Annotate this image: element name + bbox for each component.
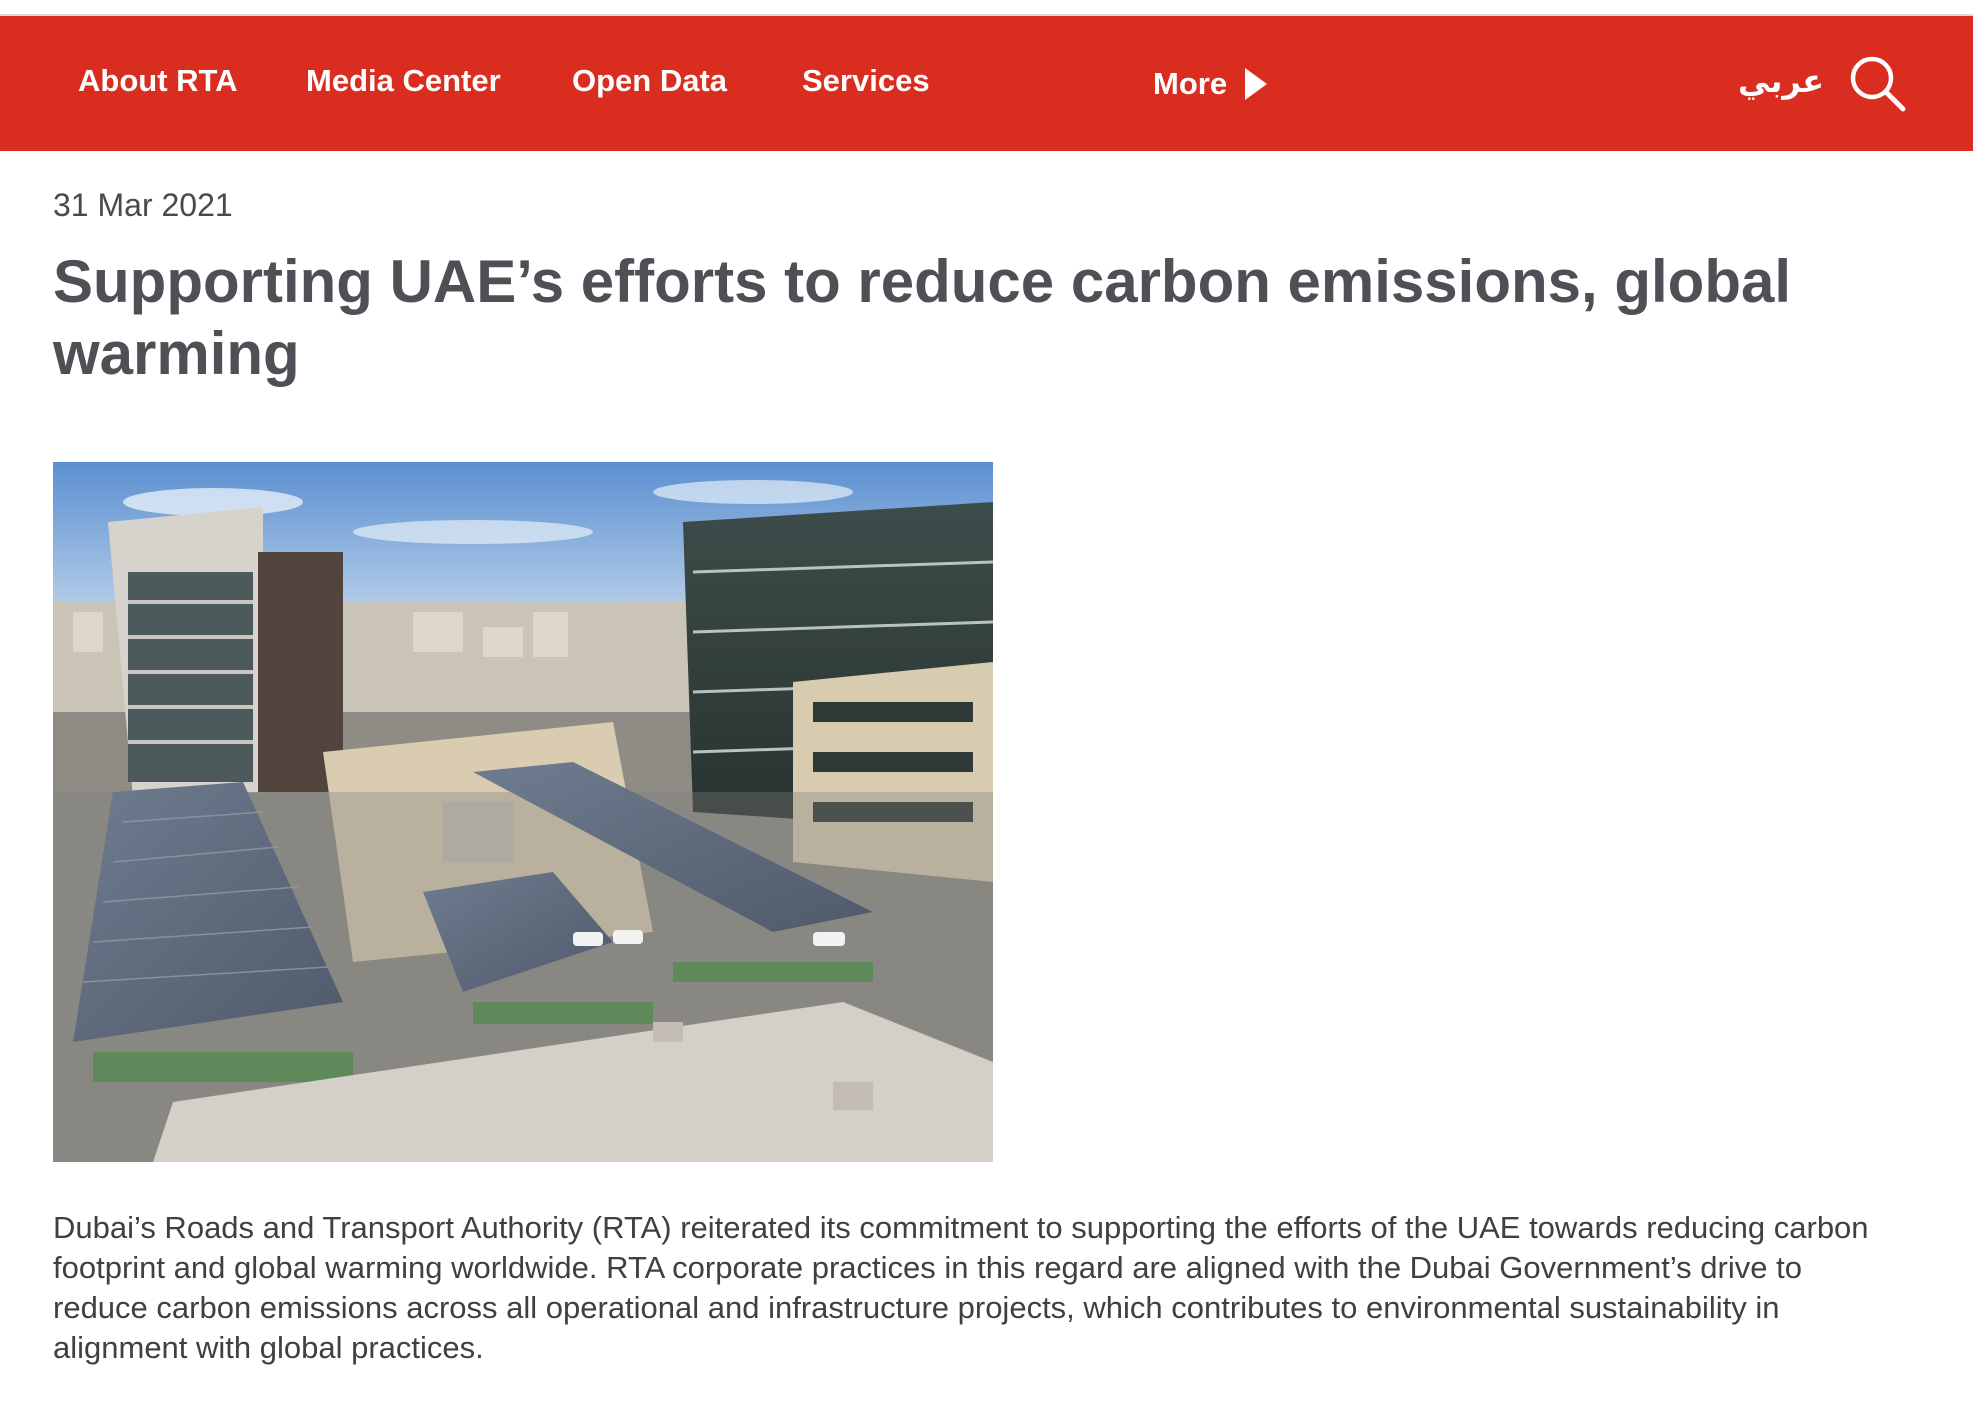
search-icon [1850,56,1906,112]
nav-services[interactable]: Services [802,16,930,151]
nav-more-button[interactable]: More [1153,16,1268,151]
main-navigation: About RTA Media Center Open Data Service… [0,16,1973,151]
article: 31 Mar 2021 Supporting UAE’s efforts to … [53,151,1933,1399]
language-switch-arabic[interactable]: عربي [1738,16,1824,151]
nav-media-center[interactable]: Media Center [306,16,501,151]
article-body: Dubai’s Roads and Transport Authority (R… [53,1210,1869,1365]
nav-about-rta[interactable]: About RTA [78,16,238,151]
article-date: 31 Mar 2021 [53,187,233,223]
triangle-right-icon [1245,67,1268,100]
article-title: Supporting UAE’s efforts to reduce carbo… [53,248,1792,387]
nav-more-label: More [1153,65,1228,101]
article-photo [53,462,993,1162]
nav-open-data[interactable]: Open Data [572,16,727,151]
top-border [0,0,1973,16]
search-button[interactable] [1848,54,1908,114]
